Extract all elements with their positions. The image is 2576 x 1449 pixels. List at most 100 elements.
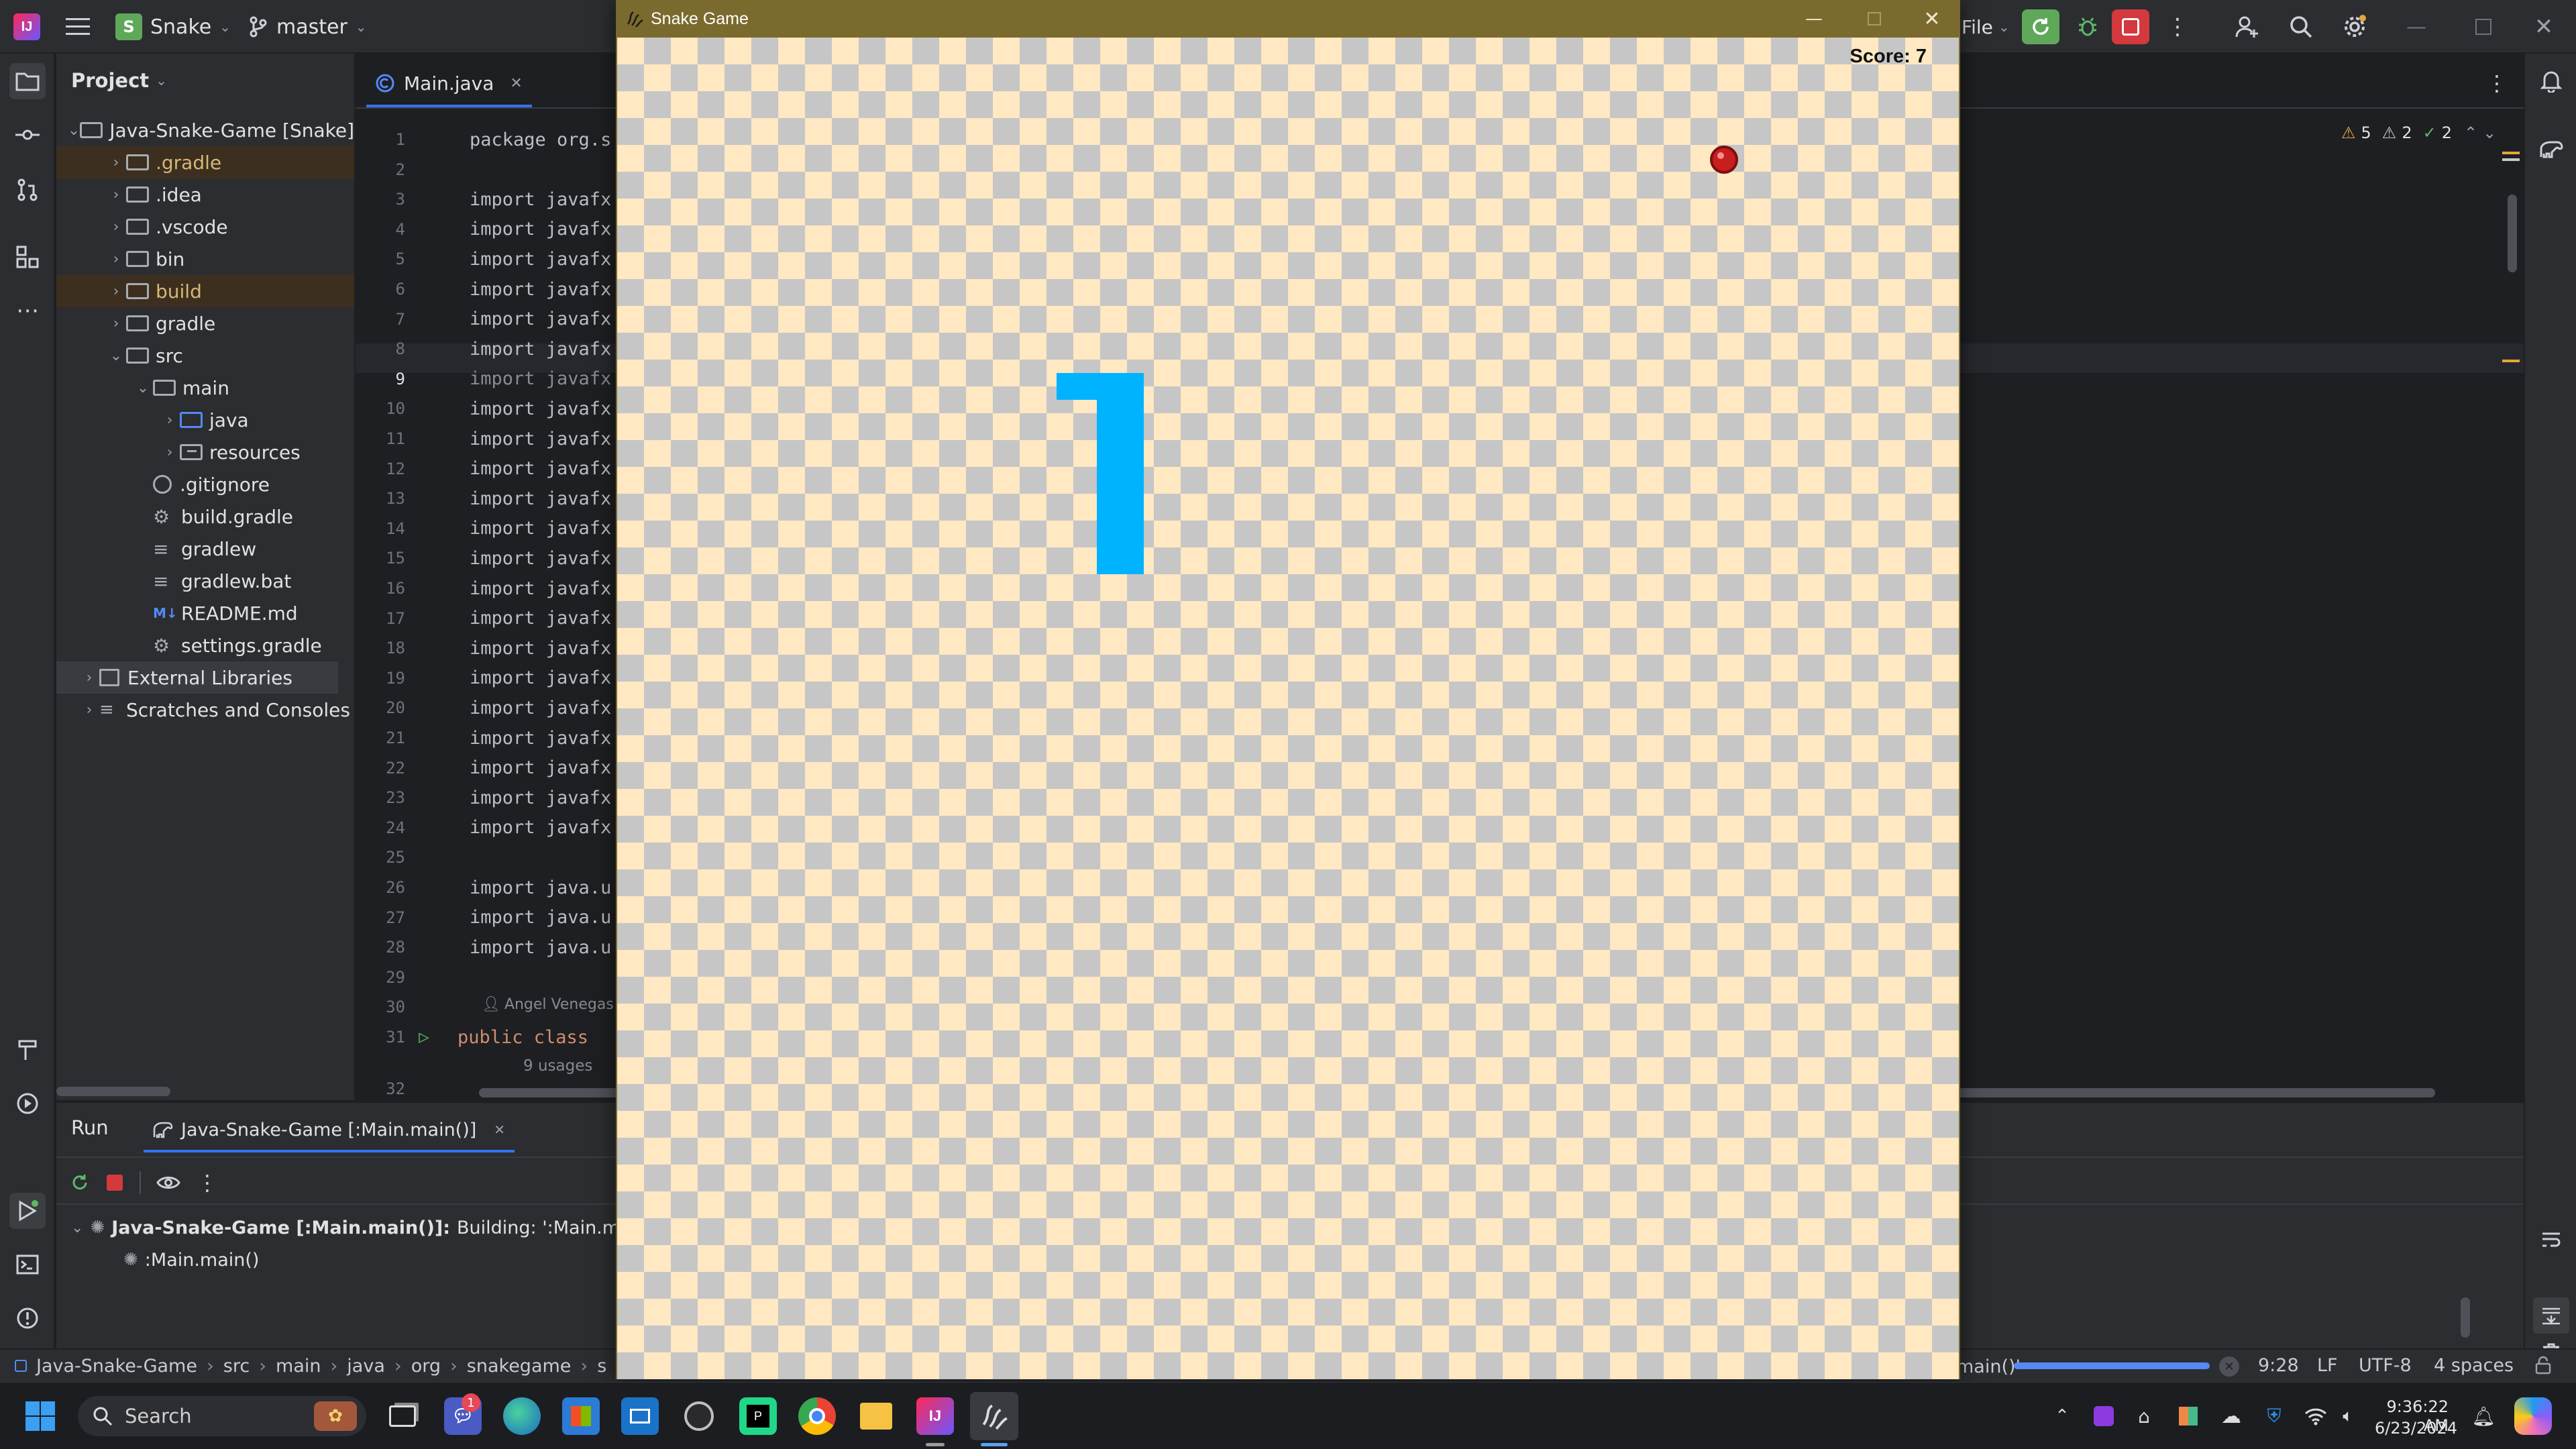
breadcrumb-item[interactable]: src — [223, 1356, 250, 1377]
project-tool-button[interactable] — [9, 63, 46, 99]
terminal-tool-button[interactable] — [9, 1246, 46, 1283]
minimize-window-icon[interactable]: — — [1787, 4, 1841, 34]
stop-button[interactable] — [2112, 9, 2149, 44]
chevron-right-icon[interactable]: › — [106, 186, 126, 203]
chevron-right-icon[interactable]: › — [106, 251, 126, 268]
cancel-task-icon[interactable]: ✕ — [2219, 1356, 2239, 1377]
project-switcher[interactable]: S Snake ⌄ — [115, 12, 231, 42]
notification-bell-icon[interactable]: 🔔︎ — [2470, 1403, 2497, 1430]
caret-position[interactable]: 9:28 — [2258, 1355, 2299, 1376]
run-tree-root[interactable]: ⌄ ✺ Java-Snake-Game [:Main.main()]: Buil… — [71, 1213, 667, 1242]
stop-button[interactable] — [98, 1166, 131, 1199]
pull-requests-tool-button[interactable] — [9, 172, 46, 208]
edge-browser-icon[interactable] — [503, 1397, 541, 1435]
read-only-toggle[interactable] — [2533, 1355, 2553, 1375]
horizontal-scrollbar[interactable] — [56, 1087, 170, 1096]
problems-tool-button[interactable] — [9, 1300, 46, 1336]
tree-item[interactable]: › .idea — [56, 178, 354, 211]
tree-item[interactable]: › gradle — [56, 307, 354, 339]
background-task-label[interactable]: main()' — [1956, 1356, 2021, 1377]
run-config-tab[interactable]: Java-Snake-Game [:Main.main()] ✕ — [144, 1110, 515, 1152]
tree-item[interactable]: M↓ README.md — [56, 597, 354, 629]
chevron-right-icon[interactable]: › — [106, 315, 126, 332]
console-scrollbar[interactable] — [2461, 1297, 2470, 1338]
more-tools-icon[interactable]: ⋯ — [9, 292, 46, 329]
settings-button[interactable] — [2336, 11, 2373, 43]
tree-item[interactable]: ⌄ main — [56, 372, 354, 404]
tree-item[interactable]: ≡ gradlew.bat — [56, 565, 354, 597]
chevron-right-icon[interactable]: › — [106, 283, 126, 300]
chevron-right-icon[interactable]: › — [160, 444, 180, 461]
breadcrumb-item[interactable]: org — [411, 1356, 441, 1377]
java-app-taskbar-icon[interactable] — [970, 1392, 1018, 1440]
chevron-right-icon[interactable]: › — [106, 154, 126, 171]
security-shield-icon[interactable]: ⛨ — [2261, 1403, 2288, 1430]
line-separator[interactable]: LF — [2317, 1355, 2338, 1376]
intellij-idea-icon[interactable]: IJ — [916, 1397, 954, 1435]
close-tab-icon[interactable]: ✕ — [510, 75, 522, 92]
breadcrumb-item[interactable]: java — [347, 1356, 385, 1377]
debug-button[interactable] — [2069, 9, 2106, 44]
tree-item[interactable]: › resources — [56, 436, 354, 468]
pycharm-icon[interactable]: P — [739, 1397, 777, 1435]
obs-studio-icon[interactable] — [680, 1397, 718, 1435]
editor-vertical-scrollbar[interactable] — [2508, 195, 2517, 272]
file-menu[interactable]: File ⌄ — [1962, 12, 2010, 42]
tree-item[interactable]: ≡ gradlew — [56, 533, 354, 565]
taskbar-search-box[interactable]: Search ✿ — [78, 1396, 366, 1436]
gradle-tool-button[interactable] — [2533, 131, 2569, 168]
more-actions-icon[interactable]: ⋮ — [191, 1166, 224, 1199]
tray-widget-icon[interactable] — [2175, 1403, 2202, 1430]
scroll-to-end-button[interactable] — [2533, 1297, 2569, 1334]
tree-item[interactable]: ⌄ Java-Snake-Game [Snake] — [56, 114, 354, 146]
chevron-down-icon[interactable]: ⌄ — [68, 122, 80, 139]
usages-inlay[interactable]: 9 usages — [523, 1057, 592, 1075]
rerun-button[interactable] — [63, 1166, 97, 1199]
run-tree-child[interactable]: ✺ :Main.main() — [123, 1245, 259, 1275]
close-window-icon[interactable]: ✕ — [1905, 4, 1959, 34]
start-button[interactable] — [23, 1399, 58, 1434]
editor-more-icon[interactable]: ⋮ — [2482, 68, 2512, 98]
warning-marker[interactable] — [2502, 360, 2520, 362]
copilot-icon[interactable] — [2514, 1397, 2552, 1435]
branch-switcher[interactable]: master ⌄ — [248, 12, 367, 42]
restore-window-icon[interactable] — [2463, 11, 2504, 43]
tree-item[interactable]: › ≡ Scratches and Consoles — [56, 694, 354, 726]
tab-main-java[interactable]: Main.java ✕ — [366, 62, 532, 107]
clock-date[interactable]: 6/23/2024 — [2375, 1419, 2457, 1438]
services-tool-button[interactable] — [9, 1085, 46, 1122]
commit-tool-button[interactable] — [9, 117, 46, 153]
tree-item[interactable]: › java — [56, 404, 354, 436]
breadcrumb-item[interactable]: main — [276, 1356, 321, 1377]
tree-item[interactable]: ⚙ build.gradle — [56, 500, 354, 533]
more-actions-icon[interactable]: ⋮ — [2159, 12, 2196, 42]
game-board[interactable]: Score: 7 — [617, 38, 1959, 1379]
structure-tool-button[interactable] — [9, 239, 46, 275]
chevron-right-icon[interactable]: › — [79, 669, 99, 686]
chevron-right-icon[interactable]: › — [106, 219, 126, 235]
breadcrumb-item[interactable]: Java-Snake-Game — [36, 1356, 197, 1377]
build-tool-button[interactable] — [9, 1032, 46, 1068]
run-panel-title[interactable]: Run — [71, 1116, 109, 1139]
notifications-button[interactable] — [2533, 63, 2569, 99]
outlook-icon[interactable] — [621, 1397, 659, 1435]
indent-setting[interactable]: 4 spaces — [2434, 1355, 2514, 1376]
tray-app-icon[interactable] — [2090, 1403, 2117, 1430]
main-menu-hamburger-icon[interactable] — [63, 12, 93, 42]
soft-wrap-button[interactable] — [2533, 1222, 2569, 1258]
tree-item[interactable]: ⚙ settings.gradle — [56, 629, 354, 661]
breadcrumb-item[interactable]: snakegame — [467, 1356, 572, 1377]
tray-device-icon[interactable]: ⌂ — [2131, 1403, 2157, 1430]
game-window-titlebar[interactable]: Snake Game — [625, 4, 749, 34]
chevron-down-icon[interactable]: ⌄ — [133, 380, 153, 396]
breadcrumb-item[interactable]: s — [597, 1356, 606, 1377]
tree-item[interactable]: › External Libraries — [56, 661, 338, 694]
minimize-window-icon[interactable]: — — [2396, 11, 2436, 43]
run-tool-button[interactable] — [9, 1193, 46, 1229]
close-window-icon[interactable]: ✕ — [2524, 11, 2564, 43]
tree-item[interactable]: › .vscode — [56, 211, 354, 243]
close-tab-icon[interactable]: ✕ — [494, 1122, 505, 1138]
microsoft-store-icon[interactable] — [562, 1397, 600, 1435]
chevron-right-icon[interactable]: › — [160, 412, 180, 429]
tree-item[interactable]: .gitignore — [56, 468, 354, 500]
